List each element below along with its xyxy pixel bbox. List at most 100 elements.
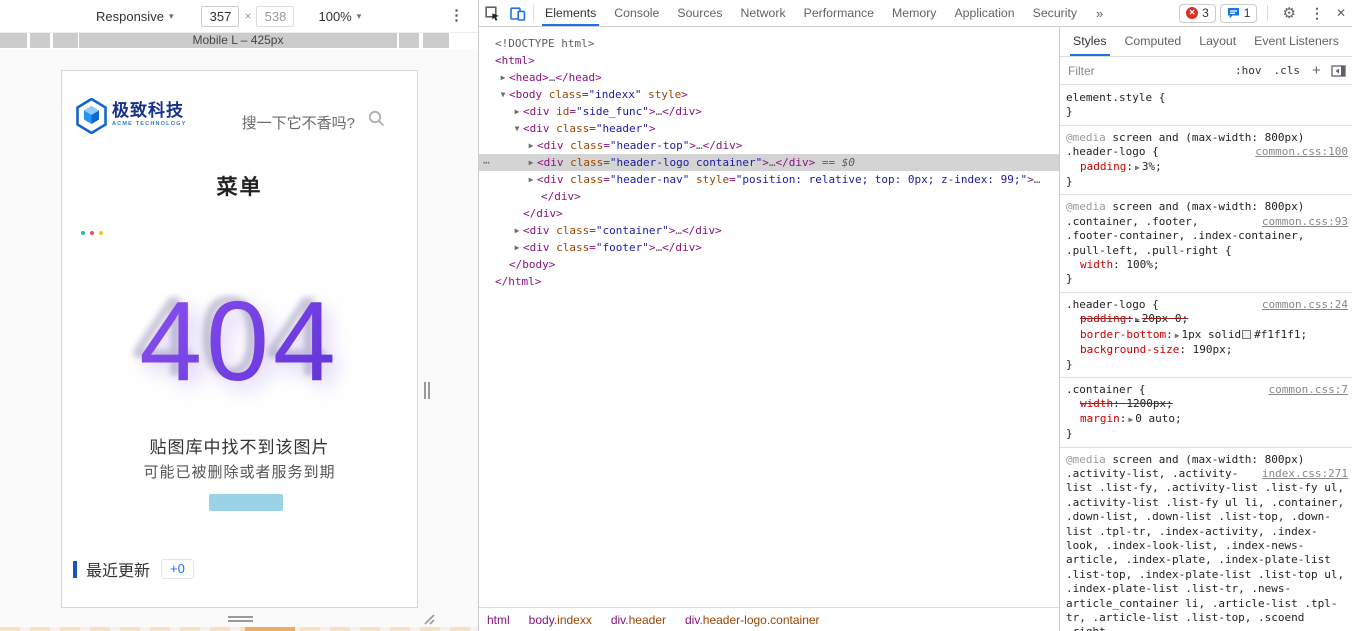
css-property[interactable]: border-bottom:▶1px solid#f1f1f1; — [1066, 328, 1348, 343]
tab-memory[interactable]: Memory — [883, 0, 945, 26]
device-mode-dropdown[interactable]: Responsive ▾ — [96, 9, 173, 24]
sidebar-tab-computed[interactable]: Computed — [1116, 27, 1191, 56]
tree-row[interactable]: <html> — [479, 52, 1059, 69]
more-sidebar-tabs-icon[interactable]: » — [1348, 35, 1352, 49]
toggle-hover-state-button[interactable]: :hov — [1235, 64, 1262, 77]
new-style-rule-button[interactable]: + — [1312, 62, 1321, 79]
tab-console[interactable]: Console — [605, 0, 668, 26]
tree-row[interactable]: ▼<body class="indexx" style> — [479, 86, 1059, 103]
search-icon[interactable] — [368, 110, 385, 127]
tab-security[interactable]: Security — [1024, 0, 1086, 26]
expand-shorthand-icon[interactable]: ▶ — [1175, 331, 1180, 340]
tree-row[interactable]: ▶<div id="side_func">…</div> — [479, 103, 1059, 120]
tree-row[interactable]: </body> — [479, 256, 1059, 273]
viewport-width-input[interactable]: 357 — [201, 6, 239, 27]
color-swatch[interactable] — [1242, 330, 1251, 339]
collapse-arrow-icon[interactable]: ▼ — [511, 120, 523, 137]
tree-row[interactable]: </div> — [479, 205, 1059, 222]
viewport-resize-handle-corner[interactable] — [419, 609, 435, 625]
expand-arrow-icon[interactable]: ▶ — [511, 222, 523, 239]
tree-row[interactable]: ▶<div class="footer">…</div> — [479, 239, 1059, 256]
ruler-preset-segment[interactable] — [399, 33, 419, 48]
tree-row[interactable]: </html> — [479, 273, 1059, 290]
tab-application[interactable]: Application — [945, 0, 1023, 26]
toggle-class-button[interactable]: .cls — [1274, 64, 1301, 77]
css-property[interactable]: padding:▶20px 0; — [1066, 312, 1348, 327]
tree-row-selected[interactable]: ⋯▶<div class="header-logo container">…</… — [479, 154, 1059, 171]
ruler-preset-segment[interactable] — [423, 33, 449, 48]
stylesheet-link[interactable]: common.css:93 — [1262, 215, 1348, 229]
tab-sources[interactable]: Sources — [668, 0, 731, 26]
error-action-button[interactable] — [209, 494, 283, 511]
breadcrumb-item[interactable]: div.header — [611, 613, 666, 627]
expand-shorthand-icon[interactable]: ▶ — [1128, 415, 1133, 424]
ruler-preset-segment[interactable] — [30, 33, 50, 48]
carousel-dot[interactable] — [90, 231, 94, 235]
collapse-arrow-icon[interactable]: ▼ — [497, 86, 509, 103]
media-query[interactable]: @media screen and (max-width: 800px) — [1066, 131, 1348, 145]
gear-icon[interactable]: ⚙ — [1278, 4, 1299, 22]
sidebar-dock-toggle-icon[interactable] — [1331, 65, 1346, 77]
overflow-marker[interactable]: ⋯ — [483, 154, 491, 171]
inspect-element-icon[interactable] — [479, 0, 505, 26]
toggle-device-toolbar-icon[interactable] — [505, 0, 531, 26]
stylesheet-link[interactable]: index.css:271 — [1262, 467, 1348, 481]
tab-network[interactable]: Network — [732, 0, 795, 26]
zoom-dropdown[interactable]: 100% ▾ — [318, 9, 361, 24]
viewport-resize-handle-bottom[interactable] — [228, 616, 253, 622]
tree-row[interactable]: ▶<div class="header-top">…</div> — [479, 137, 1059, 154]
breadcrumb-item[interactable]: body.indexx — [529, 613, 592, 627]
tree-row[interactable]: ▶<div class="header-nav" style="position… — [479, 171, 1059, 188]
sidebar-tab-layout[interactable]: Layout — [1190, 27, 1245, 56]
carousel-dot[interactable] — [99, 231, 103, 235]
expand-arrow-icon[interactable]: ▶ — [525, 171, 537, 188]
css-rule: @media screen and (max-width: 800px)comm… — [1060, 126, 1352, 196]
sidebar-tab-styles[interactable]: Styles — [1064, 27, 1116, 56]
device-toolbar-menu-icon[interactable]: ⋮ — [449, 6, 464, 24]
css-property[interactable]: margin:▶0 auto; — [1066, 412, 1348, 427]
ruler-preset-segment[interactable] — [0, 33, 27, 48]
logo-text: 极致科技 ACME TECHNOLOGY — [112, 98, 187, 134]
expand-arrow-icon[interactable]: ▶ — [525, 154, 537, 171]
devtools-menu-icon[interactable]: ⋮ — [1304, 5, 1330, 22]
carousel-dot[interactable] — [81, 231, 85, 235]
more-tabs-icon[interactable]: » — [1086, 6, 1113, 21]
console-errors-badge[interactable]: ✕ 3 — [1179, 4, 1216, 23]
site-logo[interactable]: 极致科技 ACME TECHNOLOGY — [76, 98, 187, 134]
tree-row[interactable]: ▶<div class="container">…</div> — [479, 222, 1059, 239]
viewport-height-input[interactable]: 538 — [256, 6, 294, 27]
stylesheet-link[interactable]: common.css:24 — [1262, 298, 1348, 312]
styles-filter-input[interactable] — [1068, 64, 1223, 78]
tree-row[interactable]: </div> — [479, 188, 1059, 205]
expand-shorthand-icon[interactable]: ▶ — [1135, 163, 1140, 172]
tab-performance[interactable]: Performance — [795, 0, 883, 26]
css-property[interactable]: width: 1200px; — [1066, 397, 1348, 411]
tree-row[interactable]: <!DOCTYPE html> — [479, 35, 1059, 52]
ruler-preset-segment[interactable] — [53, 33, 78, 48]
close-icon[interactable]: ✕ — [1334, 6, 1352, 20]
viewport-resize-handle-right[interactable] — [424, 382, 430, 399]
expand-arrow-icon[interactable]: ▶ — [525, 137, 537, 154]
expand-shorthand-icon[interactable]: ▶ — [1135, 315, 1140, 324]
tab-elements[interactable]: Elements — [536, 0, 605, 26]
partially-visible-page-content — [0, 627, 478, 631]
expand-arrow-icon[interactable]: ▶ — [511, 103, 523, 120]
breadcrumb-item[interactable]: div.header-logo.container — [685, 613, 820, 627]
css-property[interactable]: padding:▶3%; — [1066, 160, 1348, 175]
ruler-preset-mobile-l[interactable]: Mobile L – 425px — [79, 33, 397, 48]
stylesheet-link[interactable]: common.css:7 — [1269, 383, 1348, 397]
expand-arrow-icon[interactable]: ▶ — [511, 239, 523, 256]
breadcrumb-item[interactable]: html — [487, 613, 510, 627]
media-query[interactable]: @media screen and (max-width: 800px) — [1066, 453, 1348, 467]
console-messages-badge[interactable]: 1 — [1220, 4, 1258, 23]
css-property[interactable]: background-size: 190px; — [1066, 343, 1348, 357]
media-query[interactable]: @media screen and (max-width: 800px) — [1066, 200, 1348, 214]
search-placeholder-text[interactable]: 搜一下它不香吗? — [242, 112, 355, 133]
stylesheet-link[interactable]: common.css:100 — [1255, 145, 1348, 159]
tree-row[interactable]: ▼<div class="header"> — [479, 120, 1059, 137]
carousel-dots[interactable] — [81, 231, 103, 235]
tree-row[interactable]: ▶<head>…</head> — [479, 69, 1059, 86]
expand-arrow-icon[interactable]: ▶ — [497, 69, 509, 86]
sidebar-tab-event-listeners[interactable]: Event Listeners — [1245, 27, 1348, 56]
css-property[interactable]: width: 100%; — [1066, 258, 1348, 272]
